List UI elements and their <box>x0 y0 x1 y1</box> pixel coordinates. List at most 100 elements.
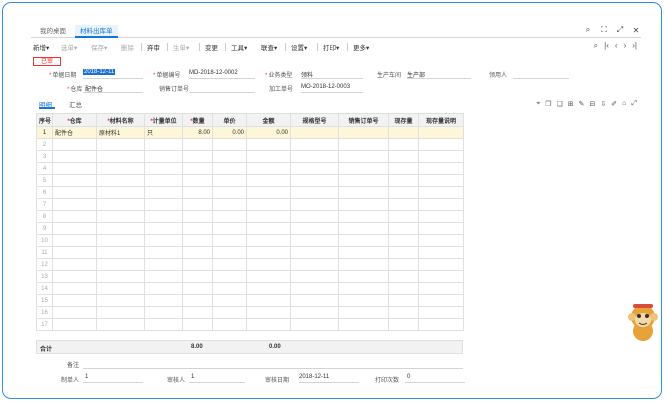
table-cell[interactable] <box>418 246 464 259</box>
table-cell[interactable] <box>212 282 247 295</box>
table-cell[interactable] <box>290 258 339 271</box>
table-cell[interactable] <box>338 150 389 163</box>
table-row[interactable]: 17 <box>36 318 464 331</box>
table-row[interactable]: 9 <box>36 222 464 235</box>
table-cell[interactable] <box>212 318 247 331</box>
table-cell[interactable] <box>246 222 291 235</box>
table-cell[interactable] <box>144 162 183 175</box>
tools-button[interactable]: 工具▾ <box>231 42 247 52</box>
table-cell[interactable] <box>144 198 183 211</box>
next-record-icon[interactable]: › <box>624 41 627 51</box>
table-cell[interactable] <box>182 294 213 307</box>
table-cell[interactable] <box>418 198 464 211</box>
table-cell[interactable] <box>418 150 464 163</box>
table-cell[interactable] <box>338 234 389 247</box>
table-cell[interactable] <box>388 318 419 331</box>
table-cell[interactable] <box>144 138 183 151</box>
table-cell[interactable] <box>52 270 97 283</box>
table-row[interactable]: 4 <box>36 162 464 175</box>
table-cell[interactable] <box>418 270 464 283</box>
table-cell[interactable] <box>182 246 213 259</box>
table-cell[interactable]: 8.00 <box>182 126 213 139</box>
table-cell[interactable] <box>388 126 419 139</box>
table-cell[interactable] <box>144 150 183 163</box>
table-cell[interactable] <box>388 150 419 163</box>
table-cell[interactable] <box>418 294 464 307</box>
column-header[interactable]: 金额 <box>246 113 291 127</box>
search-icon[interactable]: ⌕ <box>594 41 598 51</box>
table-cell[interactable] <box>246 282 291 295</box>
edit-icon[interactable]: ✎ <box>579 100 585 108</box>
import-icon[interactable]: ⇩ <box>600 100 606 108</box>
table-cell[interactable] <box>388 246 419 259</box>
process-order-field[interactable]: MO-2018-12-0003 <box>301 84 350 90</box>
table-cell[interactable] <box>338 198 389 211</box>
table-cell[interactable] <box>96 234 145 247</box>
table-cell[interactable] <box>418 306 464 319</box>
table-row[interactable]: 15 <box>36 294 464 307</box>
table-cell[interactable] <box>212 162 247 175</box>
table-cell[interactable] <box>144 186 183 199</box>
copy-icon[interactable]: ❐ <box>545 100 551 108</box>
table-cell[interactable] <box>246 186 291 199</box>
table-cell[interactable] <box>388 210 419 223</box>
table-cell[interactable] <box>182 270 213 283</box>
table-cell[interactable] <box>418 258 464 271</box>
table-cell[interactable] <box>290 270 339 283</box>
table-cell[interactable] <box>418 174 464 187</box>
table-cell[interactable] <box>96 294 145 307</box>
monkey-mascot-icon[interactable] <box>625 301 661 343</box>
table-row[interactable]: 2 <box>36 138 464 151</box>
table-cell[interactable] <box>290 162 339 175</box>
table-cell[interactable] <box>144 234 183 247</box>
change-button[interactable]: 变更 <box>205 42 218 52</box>
table-cell[interactable] <box>338 186 389 199</box>
table-cell[interactable] <box>96 210 145 223</box>
table-cell[interactable] <box>182 258 213 271</box>
table-cell[interactable] <box>338 174 389 187</box>
remark-field[interactable] <box>83 368 463 369</box>
table-cell[interactable] <box>246 294 291 307</box>
table-cell[interactable] <box>52 186 97 199</box>
table-cell[interactable] <box>212 210 247 223</box>
table-cell[interactable] <box>212 246 247 259</box>
table-cell[interactable] <box>96 162 145 175</box>
table-cell[interactable] <box>144 270 183 283</box>
table-cell[interactable] <box>418 318 464 331</box>
table-cell[interactable] <box>338 246 389 259</box>
table-cell[interactable] <box>212 138 247 151</box>
table-cell[interactable] <box>212 174 247 187</box>
table-cell[interactable] <box>418 234 464 247</box>
table-row[interactable]: 13 <box>36 270 464 283</box>
table-cell[interactable] <box>52 306 97 319</box>
column-header[interactable]: *数量 <box>182 113 213 127</box>
table-cell[interactable] <box>290 282 339 295</box>
print-button[interactable]: 打印▾ <box>323 42 339 52</box>
table-cell[interactable] <box>388 270 419 283</box>
table-cell[interactable] <box>96 246 145 259</box>
table-cell[interactable] <box>418 282 464 295</box>
table-cell[interactable] <box>182 306 213 319</box>
table-cell[interactable] <box>290 126 339 139</box>
column-header[interactable]: 现存量 <box>388 113 419 127</box>
table-cell[interactable] <box>52 138 97 151</box>
table-cell[interactable] <box>52 294 97 307</box>
table-row[interactable]: 6 <box>36 186 464 199</box>
column-header[interactable]: 销售订单号 <box>338 113 389 127</box>
table-cell[interactable] <box>144 222 183 235</box>
table-cell[interactable] <box>338 282 389 295</box>
table-cell[interactable] <box>338 318 389 331</box>
more-button[interactable]: 更多▾ <box>353 42 369 52</box>
table-cell[interactable]: 原材料1 <box>96 126 145 139</box>
column-header[interactable]: 规格型号 <box>290 113 339 127</box>
table-cell[interactable] <box>290 222 339 235</box>
abandon-review-button[interactable]: 弃审 <box>147 42 160 52</box>
table-cell[interactable]: 配件仓 <box>52 126 97 139</box>
table-cell[interactable] <box>144 282 183 295</box>
table-cell[interactable] <box>212 294 247 307</box>
table-cell[interactable] <box>52 210 97 223</box>
table-cell[interactable] <box>52 258 97 271</box>
table-cell[interactable] <box>52 174 97 187</box>
table-cell[interactable] <box>388 222 419 235</box>
table-cell[interactable] <box>144 258 183 271</box>
